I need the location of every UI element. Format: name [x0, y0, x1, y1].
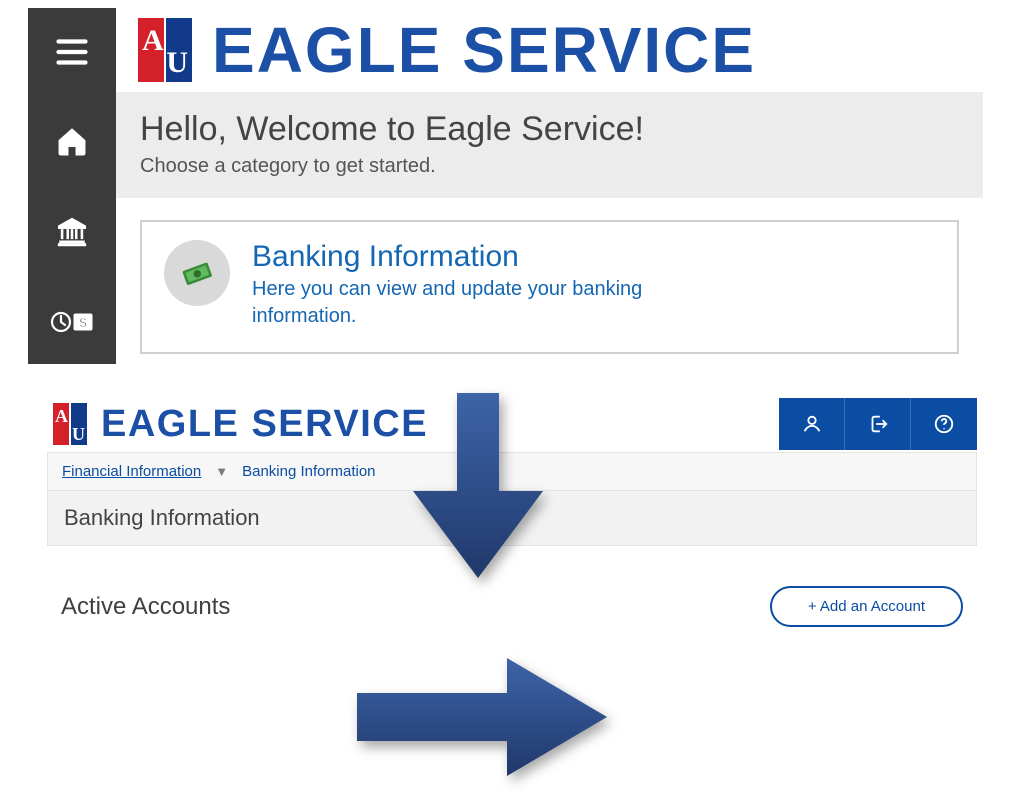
money-icon — [164, 240, 230, 306]
brand-title: EAGLE SERVICE — [212, 18, 756, 82]
chevron-down-icon: ▼ — [215, 464, 228, 479]
sidebar: $ — [28, 8, 116, 364]
brand-header: A U EAGLE SERVICE — [116, 8, 983, 92]
logout-icon[interactable] — [845, 398, 911, 450]
card-title: Banking Information — [252, 240, 732, 274]
main-content: A U EAGLE SERVICE Hello, Welcome to Eagl… — [116, 8, 983, 364]
breadcrumb-current: Banking Information — [242, 463, 375, 480]
welcome-heading: Hello, Welcome to Eagle Service! — [140, 110, 959, 149]
add-account-button[interactable]: + Add an Account — [770, 586, 963, 627]
welcome-banner: Hello, Welcome to Eagle Service! Choose … — [116, 92, 983, 198]
arrow-right-icon — [357, 658, 607, 781]
au-logo: A U — [138, 18, 192, 82]
help-icon[interactable] — [911, 398, 977, 450]
active-accounts-heading: Active Accounts — [61, 593, 230, 621]
welcome-subtitle: Choose a category to get started. — [140, 155, 959, 178]
card-description: Here you can view and update your bankin… — [252, 276, 732, 330]
hamburger-menu-icon[interactable] — [42, 22, 102, 82]
au-logo: A U — [53, 403, 87, 445]
header-actions — [779, 398, 977, 450]
card-text: Banking Information Here you can view an… — [252, 240, 732, 330]
user-icon[interactable] — [779, 398, 845, 450]
breadcrumb-parent-link[interactable]: Financial Information — [62, 463, 201, 480]
payment-icon[interactable]: $ — [42, 292, 102, 352]
banking-info-card[interactable]: Banking Information Here you can view an… — [140, 220, 959, 354]
home-dashboard: $ A U EAGLE SERVICE Hello, Welcome to Ea… — [28, 8, 983, 364]
institution-icon[interactable] — [42, 202, 102, 262]
svg-text:$: $ — [79, 315, 87, 330]
home-icon[interactable] — [42, 112, 102, 172]
arrow-down-icon — [413, 393, 543, 583]
brand-title: EAGLE SERVICE — [101, 403, 428, 446]
